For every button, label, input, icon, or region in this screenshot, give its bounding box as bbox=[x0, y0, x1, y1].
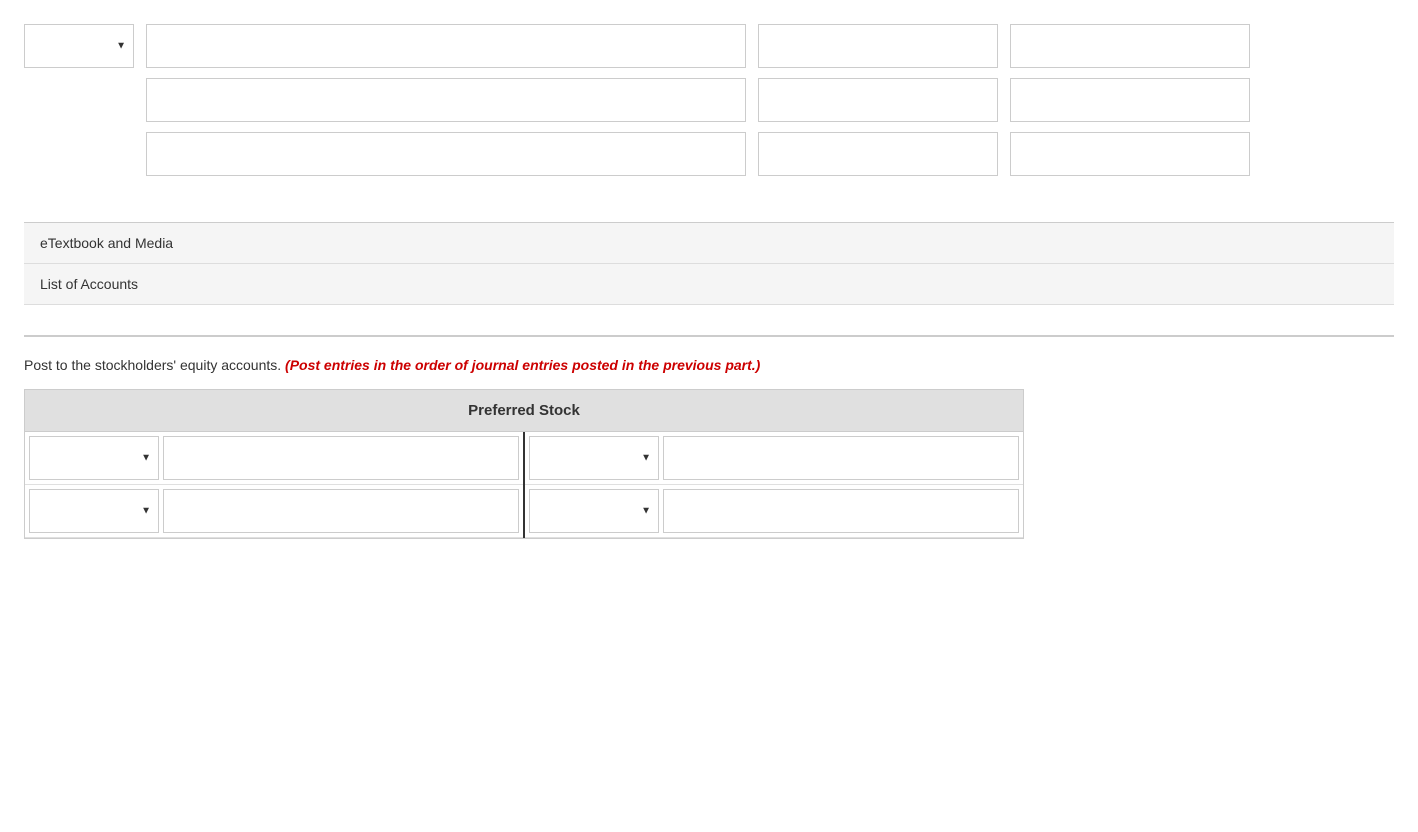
ledger-left bbox=[25, 432, 525, 538]
row1-input3[interactable] bbox=[1010, 24, 1250, 68]
etextbook-link[interactable]: eTextbook and Media bbox=[24, 223, 1394, 264]
ledger-header: Preferred Stock bbox=[25, 390, 1023, 432]
form-row-1 bbox=[24, 24, 1394, 68]
ledger-left-select-1[interactable] bbox=[29, 436, 159, 480]
ledger-container: Preferred Stock bbox=[24, 389, 1024, 539]
ledger-right-select-2[interactable] bbox=[529, 489, 659, 533]
ledger-right-select-1[interactable] bbox=[529, 436, 659, 480]
row3-input2[interactable] bbox=[758, 132, 998, 176]
ledger-right-row-1 bbox=[525, 432, 1023, 485]
etextbook-label: eTextbook and Media bbox=[40, 235, 173, 251]
row1-select-wrapper[interactable] bbox=[24, 24, 134, 68]
ledger-left-input-2[interactable] bbox=[163, 489, 519, 533]
instruction-highlight: (Post entries in the order of journal en… bbox=[285, 357, 760, 373]
form-row-2 bbox=[24, 78, 1394, 122]
section-divider bbox=[24, 335, 1394, 337]
row2-input3[interactable] bbox=[1010, 78, 1250, 122]
ledger-right-input-1[interactable] bbox=[663, 436, 1019, 480]
ledger-left-row-1 bbox=[25, 432, 523, 485]
ledger-title: Preferred Stock bbox=[468, 402, 580, 419]
ledger-left-row-2 bbox=[25, 485, 523, 538]
row1-input1[interactable] bbox=[146, 24, 746, 68]
ledger-left-select-2[interactable] bbox=[29, 489, 159, 533]
list-of-accounts-label: List of Accounts bbox=[40, 276, 138, 292]
ledger-left-input-1[interactable] bbox=[163, 436, 519, 480]
row2-input2[interactable] bbox=[758, 78, 998, 122]
ledger-right bbox=[525, 432, 1023, 538]
row1-select[interactable] bbox=[24, 24, 134, 68]
instruction-static: Post to the stockholders' equity account… bbox=[24, 357, 281, 373]
row3-input1[interactable] bbox=[146, 132, 746, 176]
page-wrapper: eTextbook and Media List of Accounts Pos… bbox=[0, 0, 1418, 832]
row2-input1[interactable] bbox=[146, 78, 746, 122]
links-section: eTextbook and Media List of Accounts bbox=[24, 222, 1394, 305]
top-form bbox=[24, 16, 1394, 202]
ledger-right-row-2 bbox=[525, 485, 1023, 538]
row1-input2[interactable] bbox=[758, 24, 998, 68]
row3-input3[interactable] bbox=[1010, 132, 1250, 176]
list-of-accounts-link[interactable]: List of Accounts bbox=[24, 264, 1394, 305]
instruction-text: Post to the stockholders' equity account… bbox=[24, 357, 1394, 373]
ledger-right-select-2-wrapper[interactable] bbox=[529, 489, 659, 533]
ledger-right-input-2[interactable] bbox=[663, 489, 1019, 533]
ledger-left-select-2-wrapper[interactable] bbox=[29, 489, 159, 533]
ledger-body bbox=[25, 432, 1023, 538]
ledger-left-select-1-wrapper[interactable] bbox=[29, 436, 159, 480]
form-row-3 bbox=[24, 132, 1394, 176]
ledger-right-select-1-wrapper[interactable] bbox=[529, 436, 659, 480]
